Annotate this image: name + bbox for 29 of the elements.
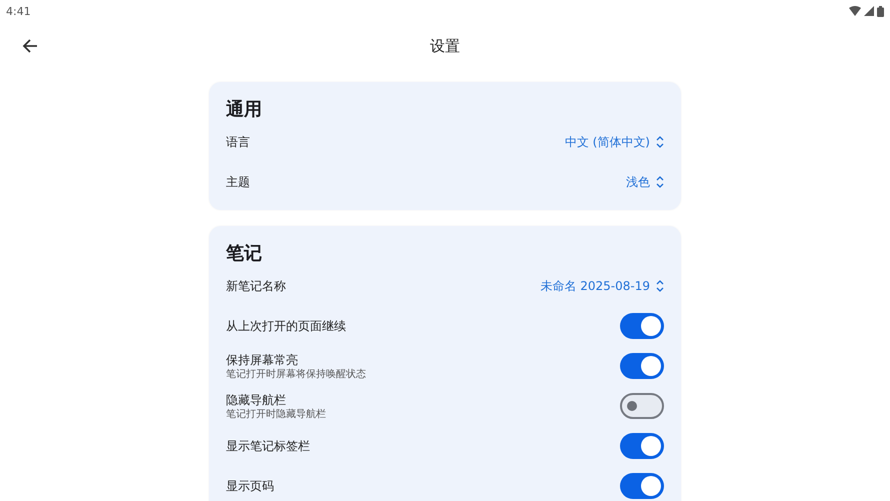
dropdown-selector[interactable]: 浅色 — [626, 174, 664, 190]
dropdown-selector[interactable]: 中文 (简体中文) — [564, 134, 664, 150]
setting-label: 保持屏幕常亮 — [226, 352, 299, 368]
wifi-icon — [849, 6, 861, 16]
signal-icon — [864, 6, 874, 16]
up-down-chevron-icon — [656, 136, 664, 148]
up-down-chevron-icon — [656, 280, 664, 292]
setting-description: 笔记打开时屏幕将保持唤醒状态 — [226, 369, 366, 380]
setting-label: 显示页码 — [226, 478, 274, 494]
toggle-switch[interactable] — [620, 313, 664, 339]
setting-label: 隐藏导航栏 — [226, 392, 287, 408]
toggle-switch[interactable] — [620, 473, 664, 499]
dropdown-selector[interactable]: 未命名 2025-08-19 — [540, 278, 664, 294]
page-title: 设置 — [430, 36, 460, 56]
section-title: 笔记 — [226, 242, 263, 266]
up-down-chevron-icon — [656, 176, 664, 188]
toggle-switch[interactable] — [620, 433, 664, 459]
setting-description: 笔记打开时隐藏导航栏 — [226, 409, 326, 420]
back-arrow-icon — [22, 38, 38, 54]
toggle-switch[interactable] — [620, 353, 664, 379]
setting-label: 语言 — [226, 134, 250, 150]
setting-label: 从上次打开的页面继续 — [226, 318, 346, 334]
battery-icon — [877, 6, 884, 16]
setting-label: 新笔记名称 — [226, 278, 286, 294]
toggle-switch[interactable] — [620, 393, 664, 419]
status-time: 4:41 — [6, 4, 31, 18]
section-title: 通用 — [226, 98, 263, 122]
setting-label: 显示笔记标签栏 — [226, 438, 310, 454]
setting-label: 主题 — [226, 174, 250, 190]
